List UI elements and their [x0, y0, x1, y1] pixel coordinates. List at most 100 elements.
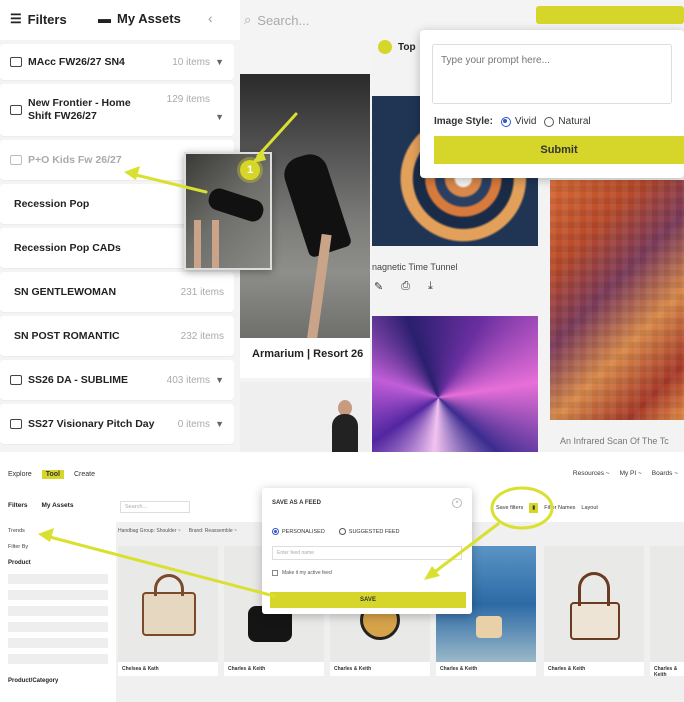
active-feed-checkbox[interactable]: Make it my active feed: [272, 570, 332, 576]
top-action-button[interactable]: [536, 6, 684, 24]
modal-title: SAVE AS A FEED: [272, 500, 321, 506]
folder-icon: [10, 155, 22, 165]
nav-explore[interactable]: Explore: [8, 471, 32, 478]
collection-count: 129 items: [166, 94, 210, 105]
my-assets-label: My Assets: [117, 11, 181, 26]
print-icon[interactable]: ⎙: [401, 280, 410, 293]
filter-field[interactable]: [8, 574, 108, 584]
collection-name: SN POST ROMANTIC: [14, 330, 120, 342]
collection-count: 231 items: [180, 286, 224, 298]
my-assets-tab[interactable]: ▬ My Assets: [98, 11, 181, 26]
option-label: Natural: [558, 116, 591, 127]
layout-button[interactable]: Layout: [581, 505, 598, 511]
sidebar-trends[interactable]: Trends: [8, 528, 25, 534]
submit-button[interactable]: Submit: [434, 136, 684, 164]
filter-field[interactable]: [8, 606, 108, 616]
checkbox-icon: [272, 570, 278, 576]
search-placeholder: Search...: [257, 12, 310, 28]
collection-name: Recession Pop: [14, 198, 90, 210]
nav-boards[interactable]: Boards ~: [652, 470, 678, 477]
nav-create[interactable]: Create: [74, 471, 95, 478]
collection-name: P+O Kids Fw 26/27: [28, 154, 122, 166]
collection-name: SS26 DA - SUBLIME: [28, 374, 128, 386]
filter-field[interactable]: [8, 590, 108, 600]
image-actions: ✎ ⎙ ⤓: [374, 280, 433, 293]
product-image: [544, 546, 644, 662]
product-image: [118, 546, 218, 662]
photo-figure: [279, 149, 353, 259]
filter-names-button[interactable]: Filter Names: [544, 505, 575, 511]
crystal-image[interactable]: [372, 316, 538, 452]
filter-field[interactable]: [8, 622, 108, 632]
product-card[interactable]: Chelsea & Kath: [118, 546, 218, 676]
collection-row[interactable]: SS26 DA - SUBLIME 403 items ▼: [0, 360, 234, 400]
nav-tool[interactable]: Tool: [41, 470, 64, 479]
filters-label: Filters: [27, 11, 67, 27]
bag-shape: [476, 616, 502, 638]
filter-chip[interactable]: Brand: Reassemble ~: [189, 528, 237, 534]
collection-row[interactable]: MAcc FW26/27 SN4 10 items ▼: [0, 44, 234, 80]
product-label: Charles & Keith: [228, 666, 266, 672]
close-icon[interactable]: ×: [452, 498, 462, 508]
collection-count: 0 items: [177, 418, 210, 430]
collection-row[interactable]: SS27 Visionary Pitch Day 0 items ▼: [0, 404, 234, 444]
option-personalised[interactable]: PERSONALISED: [272, 528, 325, 535]
chevron-down-icon[interactable]: ▼: [215, 112, 224, 122]
chevron-down-icon[interactable]: ▼: [215, 375, 224, 385]
collection-row[interactable]: SN POST ROMANTIC 232 items: [0, 316, 234, 356]
product-card[interactable]: Charles & Keith: [650, 546, 684, 678]
search-input[interactable]: ⌕ Search...: [244, 6, 370, 34]
folder-icon: [10, 419, 22, 429]
pixel-image[interactable]: [550, 180, 684, 420]
collapse-icon[interactable]: ‹: [208, 10, 213, 26]
search-icon: ⌕: [244, 12, 252, 27]
top-tag-label: Top: [398, 41, 416, 53]
collection-name: MAcc FW26/27 SN4: [28, 56, 125, 68]
bag-handle: [578, 572, 610, 606]
fashion-photo-2[interactable]: [240, 382, 370, 452]
save-button[interactable]: SAVE: [270, 592, 466, 608]
bag-handle: [154, 574, 184, 596]
style-option-vivid[interactable]: Vivid: [500, 116, 536, 127]
sidebar-product[interactable]: Product: [8, 560, 31, 566]
option-suggested[interactable]: SUGGESTED FEED: [338, 528, 400, 535]
top-tag[interactable]: Top: [378, 40, 416, 54]
folder-icon: [10, 57, 22, 67]
filters-tab[interactable]: Filters: [8, 502, 28, 509]
product-label: Charles & Keith: [334, 666, 372, 672]
product-label: Charles & Keith: [548, 666, 586, 672]
chevron-down-icon[interactable]: ▼: [215, 57, 224, 67]
top-screenshot: ☰ Filters ▬ My Assets ‹ ⌕ Search... MAcc…: [0, 0, 684, 452]
product-label: Chelsea & Kath: [122, 666, 159, 672]
style-option-natural[interactable]: Natural: [544, 116, 591, 127]
product-card[interactable]: Charles & Keith: [544, 546, 644, 676]
save-filters-button[interactable]: Save filters: [496, 505, 523, 511]
my-assets-tab[interactable]: My Assets: [42, 502, 74, 509]
sidebar-product-category[interactable]: Product/Category: [8, 678, 58, 684]
nav-my-pi[interactable]: My PI ~: [620, 470, 642, 477]
collection-name: SN GENTLEWOMAN: [14, 286, 117, 298]
nav-resources[interactable]: Resources ~: [573, 470, 610, 477]
filter-field[interactable]: [8, 638, 108, 648]
chevron-down-icon[interactable]: ▼: [215, 419, 224, 429]
bag-shape: [142, 592, 196, 636]
radio-selected-icon: [500, 116, 511, 127]
thumb-figure: [205, 185, 267, 225]
prompt-modal: Image Style: Vivid Natural Submit: [420, 30, 684, 178]
show-button[interactable]: ▮: [529, 503, 539, 513]
download-icon[interactable]: ⤓: [428, 280, 433, 293]
filters-tab[interactable]: ☰ Filters: [10, 11, 67, 27]
prompt-input[interactable]: [432, 44, 672, 104]
collection-count: 232 items: [180, 330, 224, 342]
edit-icon[interactable]: ✎: [374, 280, 383, 293]
filter-sidebar: Trends Filter By Product Product/Categor…: [0, 522, 116, 702]
image-title: An Infrared Scan Of The Tc: [560, 436, 669, 446]
feed-name-input[interactable]: Enter feed name: [272, 546, 462, 560]
filter-field[interactable]: [8, 654, 108, 664]
sidebar-filter-by: Filter By: [8, 544, 29, 550]
collection-row[interactable]: New Frontier - Home Shift FW26/27 129 it…: [0, 84, 234, 136]
filter-chip[interactable]: Handbag Group: Shoulder ~: [118, 528, 181, 534]
collection-count: 403 items: [166, 374, 210, 386]
collection-row[interactable]: SN GENTLEWOMAN 231 items: [0, 272, 234, 312]
search-input[interactable]: Search...: [120, 501, 190, 513]
